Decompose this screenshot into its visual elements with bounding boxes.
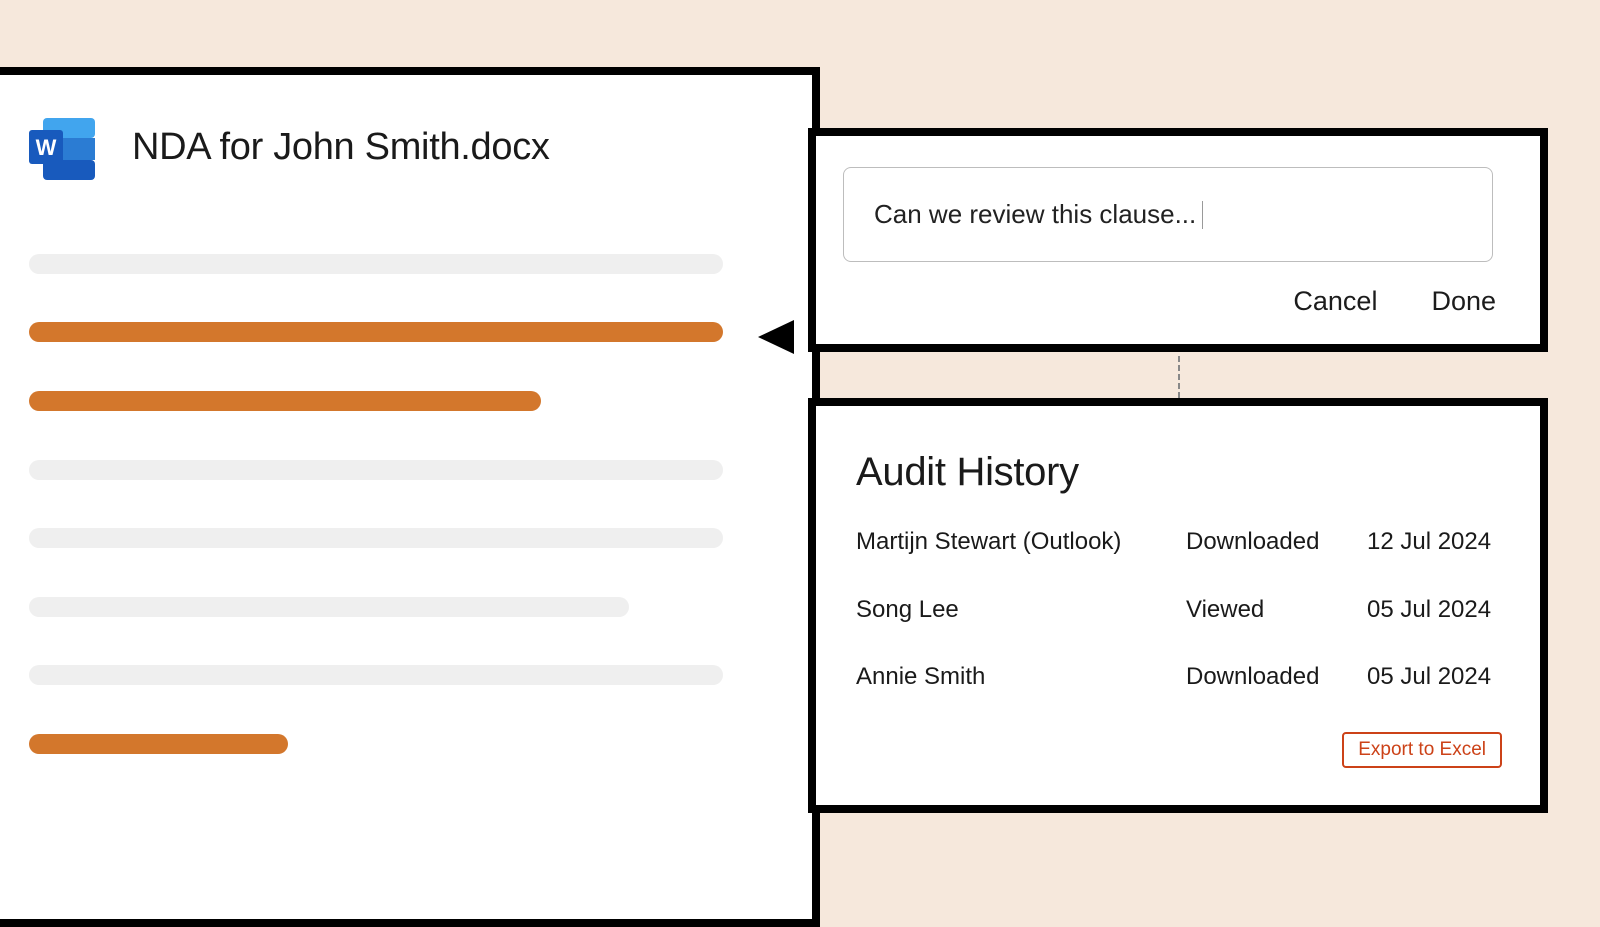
text-caret (1202, 200, 1204, 229)
audit-date: 12 Jul 2024 (1367, 528, 1492, 555)
audit-row: Annie Smith Downloaded 05 Jul 2024 (856, 663, 1516, 695)
document-text-line (29, 254, 723, 274)
document-title: NDA for John Smith.docx (132, 126, 550, 168)
word-icon: W (29, 118, 95, 180)
document-panel (0, 67, 820, 927)
audit-date: 05 Jul 2024 (1367, 663, 1492, 690)
done-button[interactable]: Done (1431, 286, 1496, 317)
comment-actions: Cancel Done (1293, 286, 1496, 317)
audit-history-panel: Audit History Martijn Stewart (Outlook) … (808, 398, 1548, 813)
audit-action: Viewed (1186, 596, 1265, 623)
audit-user: Annie Smith (856, 663, 986, 690)
svg-text:W: W (36, 135, 57, 160)
comment-input-text: Can we review this clause... (874, 199, 1197, 229)
export-to-excel-button[interactable]: Export to Excel (1342, 732, 1502, 768)
audit-action: Downloaded (1186, 663, 1320, 690)
audit-user: Martijn Stewart (Outlook) (856, 528, 1122, 555)
audit-history-title: Audit History (856, 450, 1079, 494)
comment-input[interactable]: Can we review this clause... (843, 167, 1493, 262)
document-text-line (29, 460, 723, 480)
cancel-button[interactable]: Cancel (1293, 286, 1377, 317)
document-text-line (29, 597, 629, 617)
audit-user: Song Lee (856, 596, 959, 623)
highlighted-text-line[interactable] (29, 734, 288, 754)
audit-row: Martijn Stewart (Outlook) Downloaded 12 … (856, 528, 1516, 560)
audit-action: Downloaded (1186, 528, 1320, 555)
document-text-line (29, 528, 723, 548)
dashed-connector (1178, 356, 1180, 398)
highlighted-text-line[interactable] (29, 322, 723, 342)
highlighted-text-line[interactable] (29, 391, 541, 411)
comment-pointer-arrow (758, 320, 794, 354)
document-text-line (29, 665, 723, 685)
audit-date: 05 Jul 2024 (1367, 596, 1492, 623)
audit-row: Song Lee Viewed 05 Jul 2024 (856, 596, 1516, 628)
comment-box: Can we review this clause... Cancel Done (808, 128, 1548, 352)
